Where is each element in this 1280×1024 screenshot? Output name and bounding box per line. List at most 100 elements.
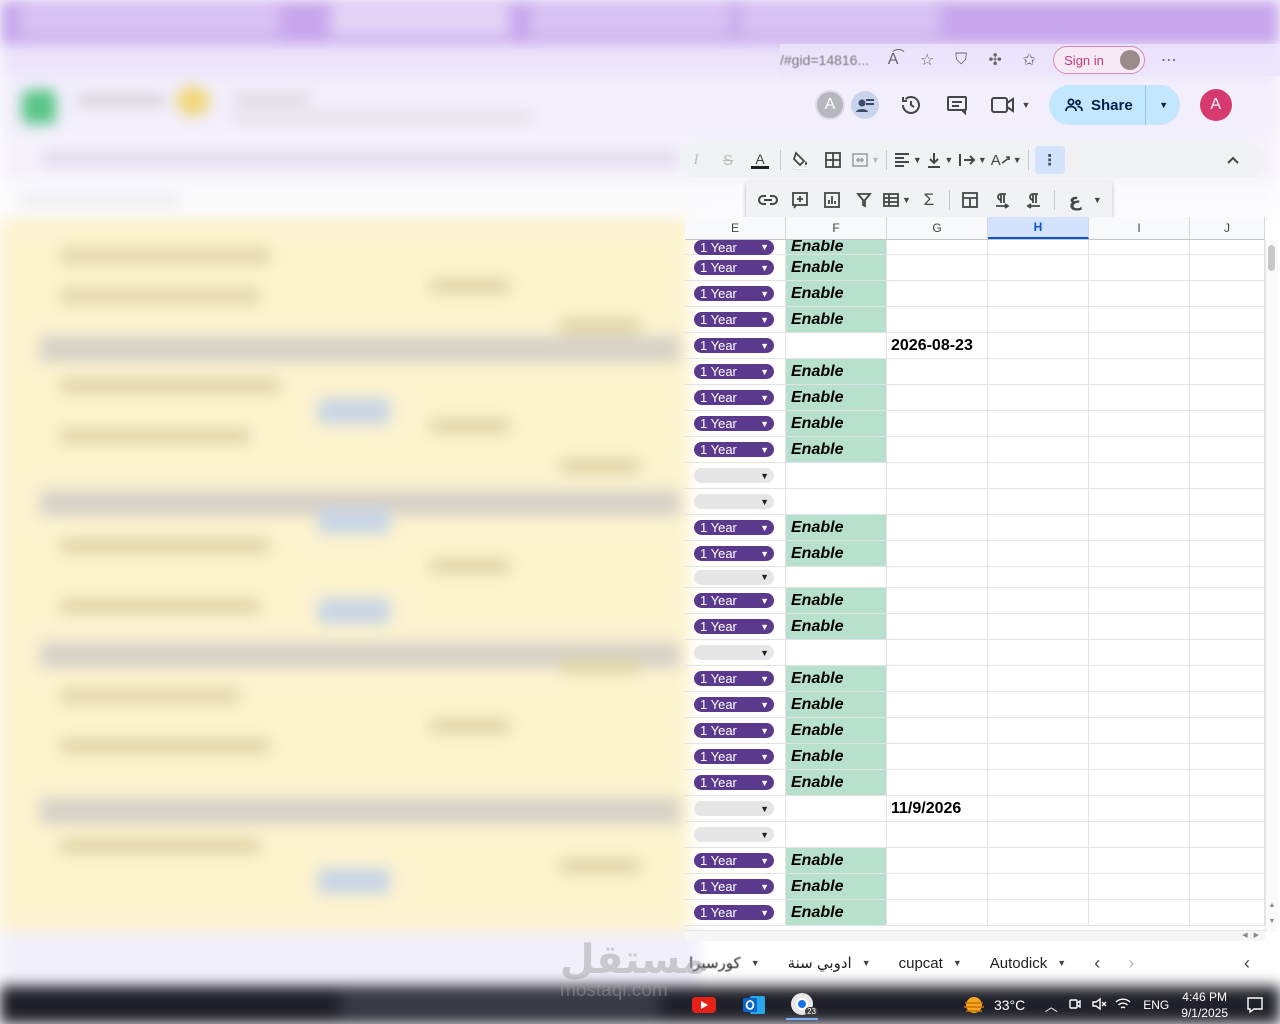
browser-menu-icon[interactable]: ⋯ [1159,50,1179,70]
table-view-icon[interactable]: ▼ [882,186,911,214]
cell-j[interactable] [1190,359,1265,385]
read-aloud-icon[interactable]: A͡ [883,50,903,70]
cell-i[interactable] [1089,744,1190,770]
vertical-scroll-thumb[interactable] [1268,245,1275,271]
volume-muted-icon[interactable] [1088,997,1110,1014]
cell-h[interactable] [988,541,1089,567]
column-header-h[interactable]: H [988,217,1089,239]
cell-j[interactable] [1190,489,1265,515]
chevron-down-icon[interactable]: ▼ [760,700,769,710]
cell-i[interactable] [1089,281,1190,307]
cell-j[interactable] [1190,463,1265,489]
chevron-down-icon[interactable]: ▼ [760,367,769,377]
wifi-icon[interactable] [1112,997,1134,1014]
chevron-down-icon[interactable]: ▼ [1057,958,1066,968]
cell-h[interactable] [988,333,1089,359]
cell-i[interactable] [1089,515,1190,541]
cell-j[interactable] [1190,614,1265,640]
dropdown-chip[interactable]: ▼ [694,494,774,509]
shield-icon[interactable]: ⛉ [951,50,971,70]
cell-e[interactable]: 1 Year ▼ [685,900,786,926]
version-history-icon[interactable] [893,87,929,123]
cell-i[interactable] [1089,385,1190,411]
cell-e[interactable]: 1 Year ▼ [685,307,786,333]
cell-h[interactable] [988,307,1089,333]
cell-e[interactable]: 1 Year ▼ [685,281,786,307]
vertical-scrollbar[interactable]: ▲ ▼ [1265,240,1278,932]
horizontal-scrollbar[interactable]: ◀ ▶ [685,930,1265,941]
cell-g[interactable] [887,848,988,874]
chevron-down-icon[interactable]: ▼ [760,908,769,918]
insert-link-icon[interactable] [754,186,782,214]
cell-f[interactable]: Enable [786,411,887,437]
chevron-left-icon[interactable]: ‹ [1232,946,1262,980]
text-wrapping-icon[interactable]: ▼ [958,146,987,174]
cell-j[interactable] [1190,385,1265,411]
cell-i[interactable] [1089,307,1190,333]
cell-f[interactable] [786,822,887,848]
cell-f[interactable]: Enable [786,359,887,385]
cell-e[interactable]: ▼ [685,796,786,822]
dropdown-chip[interactable]: ▼ [694,645,774,660]
sheet-tab[interactable]: cupcat ▼ [885,946,976,980]
cell-g[interactable] [887,666,988,692]
cell-g[interactable] [887,385,988,411]
chevron-down-icon[interactable]: ▼ [760,289,769,299]
filter-icon[interactable] [850,186,878,214]
insert-comment-icon[interactable] [786,186,814,214]
chevron-down-icon[interactable]: ▼ [760,856,769,866]
borders-icon[interactable] [819,146,847,174]
chevron-down-icon[interactable]: ▼ [760,752,769,762]
cell-h[interactable] [988,640,1089,666]
cell-h[interactable] [988,515,1089,541]
cell-g[interactable] [887,822,988,848]
cell-j[interactable] [1190,848,1265,874]
chevron-down-icon[interactable]: ▼ [953,958,962,968]
cell-i[interactable] [1089,359,1190,385]
weather-icon[interactable] [962,995,986,1015]
column-header-f[interactable]: F [786,217,887,239]
dropdown-chip[interactable]: 1 Year ▼ [694,905,774,920]
notifications-icon[interactable] [1242,994,1268,1016]
fill-color-icon[interactable] [787,146,815,174]
cell-e[interactable]: 1 Year ▼ [685,255,786,281]
signin-button[interactable]: Sign in [1053,46,1145,74]
cell-i[interactable] [1089,255,1190,281]
functions-sigma-icon[interactable]: Σ [915,186,943,214]
cell-h[interactable] [988,255,1089,281]
cell-j[interactable] [1190,718,1265,744]
vertical-align-icon[interactable]: ▼ [926,146,954,174]
chevron-down-icon[interactable]: ▼ [760,572,769,582]
cell-g[interactable] [887,489,988,515]
dropdown-chip[interactable]: ▼ [694,569,774,585]
cell-e[interactable]: ▼ [685,822,786,848]
cell-e[interactable]: ▼ [685,567,786,588]
present-collaborators-icon[interactable] [847,87,883,123]
cell-f[interactable]: Enable [786,437,887,463]
cell-h[interactable] [988,692,1089,718]
chevron-right-icon[interactable]: › [1114,953,1148,974]
cell-j[interactable] [1190,822,1265,848]
cell-i[interactable] [1089,900,1190,926]
cell-e[interactable]: 1 Year ▼ [685,359,786,385]
cell-j[interactable] [1190,541,1265,567]
chevron-down-icon[interactable]: ▼ [760,341,769,351]
cell-h[interactable] [988,359,1089,385]
cell-f[interactable]: Enable [786,848,887,874]
sheet-tab[interactable]: ادوبي سنة ▼ [774,946,885,980]
scroll-up-arrow-icon[interactable]: ▲ [1266,900,1278,910]
cell-f[interactable]: Enable [786,718,887,744]
cell-j[interactable] [1190,588,1265,614]
cell-e[interactable]: 1 Year ▼ [685,515,786,541]
chevron-down-icon[interactable]: ▼ [760,419,769,429]
account-avatar[interactable]: A [1199,89,1232,121]
cell-f[interactable] [786,333,887,359]
cell-g[interactable] [887,640,988,666]
cell-j[interactable] [1190,874,1265,900]
cell-f[interactable]: Enable [786,281,887,307]
collapse-toolbar-icon[interactable] [1219,146,1247,174]
cell-j[interactable] [1190,900,1265,926]
cell-h[interactable] [988,822,1089,848]
cell-i[interactable] [1089,567,1190,588]
cell-f[interactable] [786,489,887,515]
